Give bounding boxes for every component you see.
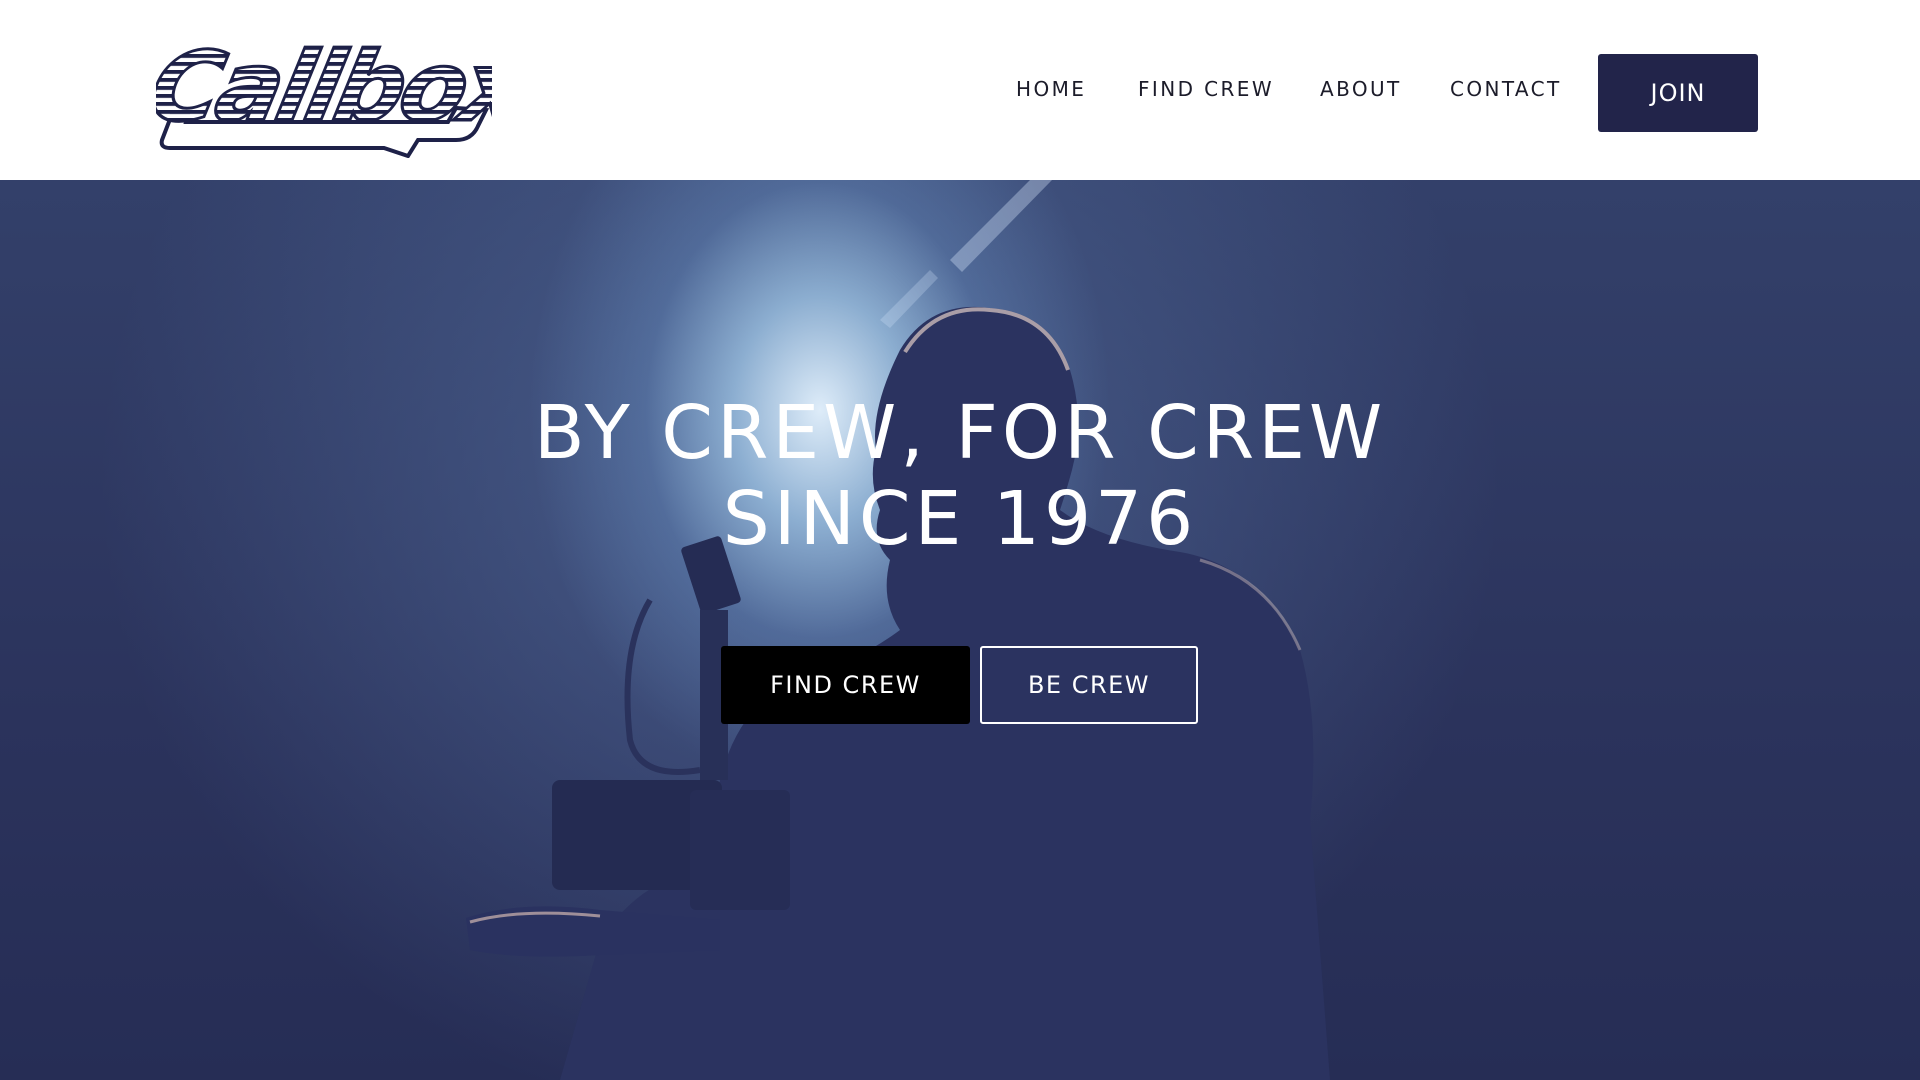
nav-contact-link[interactable]: CONTACT [1450, 77, 1562, 101]
hero-image-camera-operator [0, 180, 1920, 1080]
hero-section: BY CREW, FOR CREW SINCE 1976 FIND CREW B… [0, 180, 1920, 1080]
be-crew-button[interactable]: BE CREW [980, 646, 1198, 724]
nav-about-link[interactable]: ABOUT [1320, 77, 1402, 101]
hero-cta-group: FIND CREW BE CREW [0, 646, 1920, 724]
nav-home-link[interactable]: HOME [1016, 77, 1086, 101]
hero-headline-line2: SINCE 1976 [722, 476, 1198, 562]
site-header: Callbox HOME FIND CREW ABOUT CONTACT JOI… [0, 0, 1920, 180]
join-button[interactable]: JOIN [1598, 54, 1758, 132]
hero-headline: BY CREW, FOR CREW SINCE 1976 [0, 390, 1920, 562]
hero-headline-line1: BY CREW, FOR CREW [533, 390, 1387, 476]
find-crew-button[interactable]: FIND CREW [721, 646, 970, 724]
main-nav: HOME FIND CREW ABOUT CONTACT JOIN [0, 0, 1920, 180]
nav-find-crew-link[interactable]: FIND CREW [1138, 77, 1274, 101]
